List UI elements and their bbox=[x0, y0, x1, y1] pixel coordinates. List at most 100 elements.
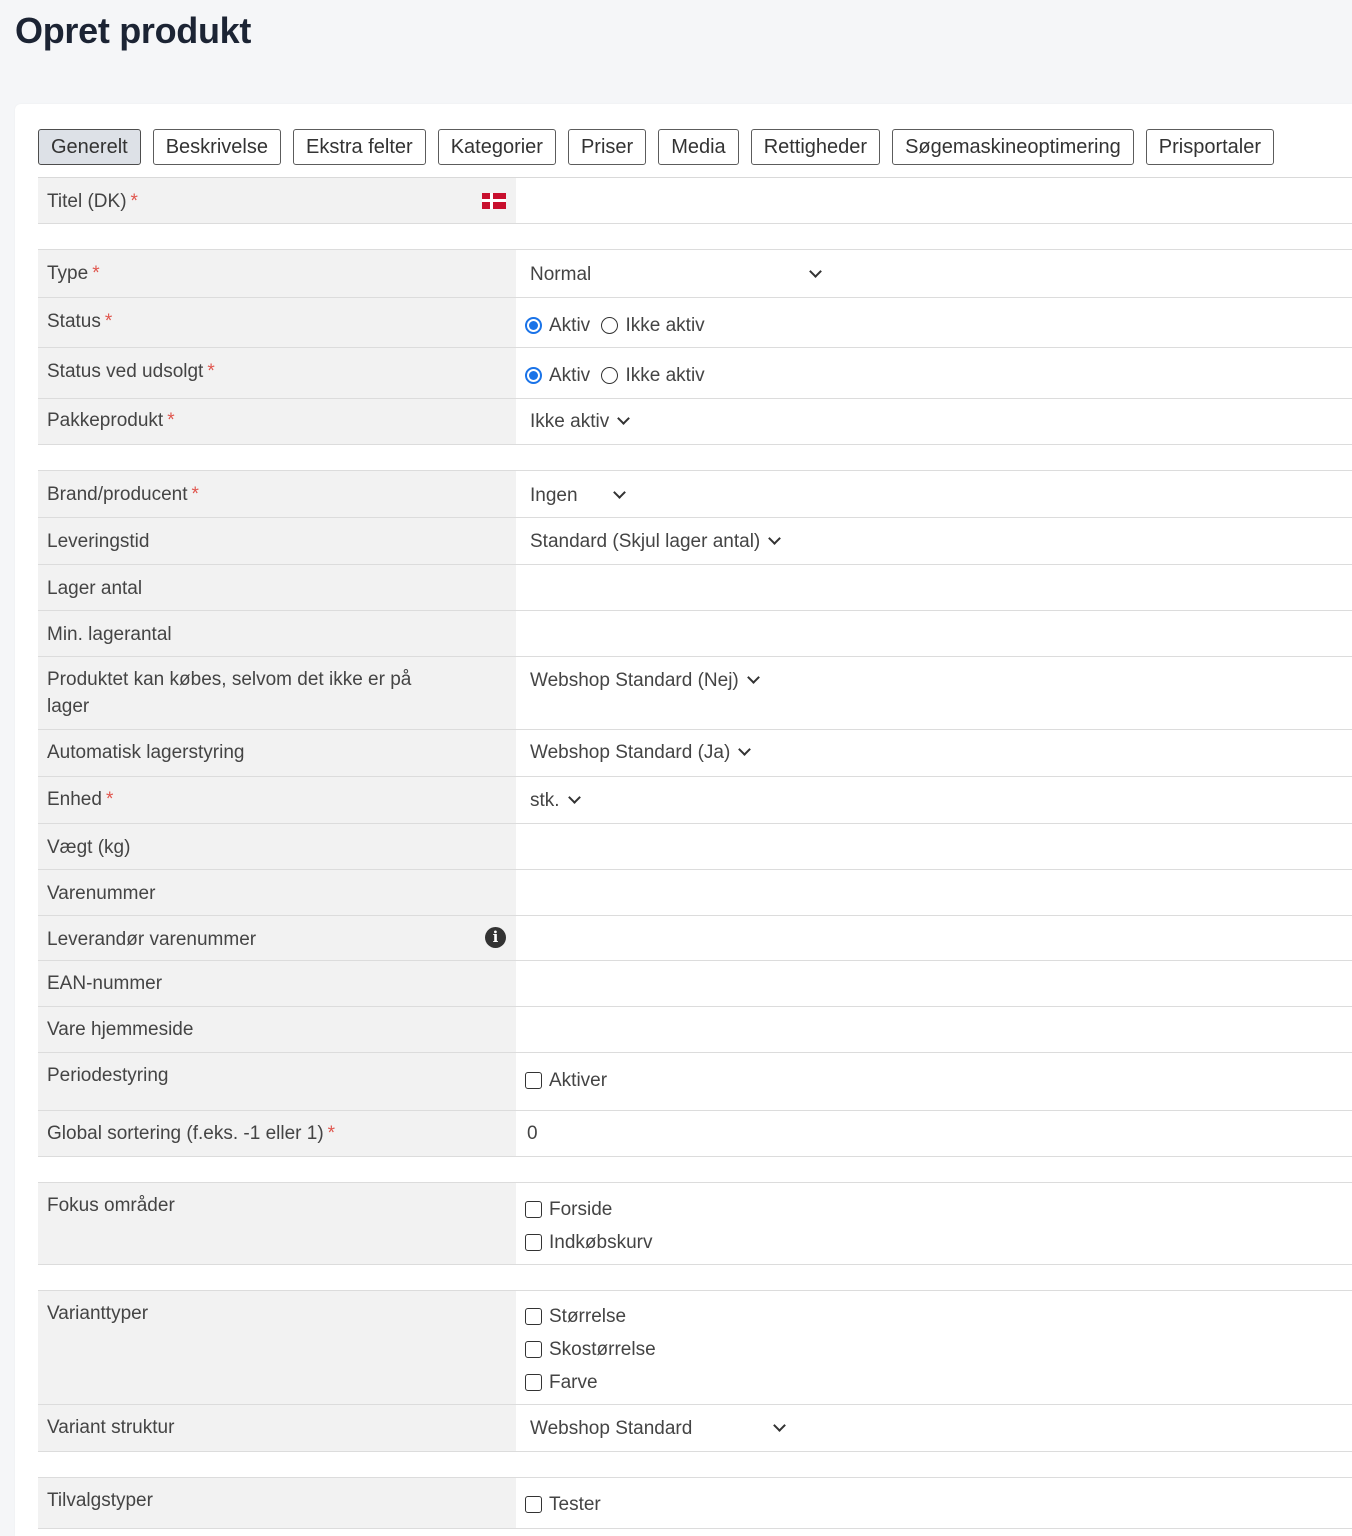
status-soldout-label: Status ved udsolgt bbox=[47, 361, 204, 382]
status-radio-ikke-aktiv[interactable]: Ikke aktiv bbox=[601, 312, 705, 339]
type-label: Type bbox=[47, 263, 89, 284]
variant-checkbox-farve[interactable]: Farve bbox=[525, 1369, 598, 1396]
row-focus: Fokus områder Forside Indkøbskurv bbox=[38, 1183, 1352, 1265]
variant-checkbox-storrelse[interactable]: Størrelse bbox=[525, 1303, 626, 1330]
backorder-field-cell: Webshop Standard (Nej) bbox=[516, 657, 1352, 729]
required-marker: * bbox=[327, 1123, 336, 1144]
variant-types-label-cell: Varianttyper bbox=[38, 1291, 516, 1404]
tab-rettigheder[interactable]: Rettigheder bbox=[750, 129, 881, 165]
addon-types-label: Tilvalgstyper bbox=[47, 1490, 153, 1511]
focus-checkbox-indkobskurv[interactable]: Indkøbskurv bbox=[525, 1229, 652, 1256]
auto-stock-select[interactable]: Webshop Standard (Ja) bbox=[530, 739, 752, 766]
required-marker: * bbox=[104, 311, 113, 332]
delivery-label-cell: Leveringstid bbox=[38, 518, 516, 564]
chevron-down-icon bbox=[768, 532, 782, 545]
ean-input[interactable] bbox=[530, 961, 1338, 1006]
product-form-card: Generelt Beskrivelse Ekstra felter Kateg… bbox=[15, 104, 1352, 1536]
row-min-stock: Min. lagerantal bbox=[38, 611, 1352, 657]
row-addon-types: Tilvalgstyper Tester bbox=[38, 1478, 1352, 1529]
type-select[interactable]: Normal bbox=[530, 261, 822, 288]
radio-selected-icon bbox=[525, 317, 542, 334]
tab-seo[interactable]: Søgemaskineoptimering bbox=[892, 129, 1134, 165]
section-spacer bbox=[38, 1265, 1352, 1291]
row-homepage: Vare hjemmeside bbox=[38, 1007, 1352, 1053]
min-stock-field-cell bbox=[516, 611, 1352, 656]
weight-input[interactable] bbox=[530, 824, 1338, 869]
weight-label: Vægt (kg) bbox=[47, 837, 131, 858]
chevron-down-icon bbox=[617, 412, 631, 425]
checkbox-icon bbox=[525, 1201, 542, 1218]
focus-field-cell: Forside Indkøbskurv bbox=[516, 1183, 1352, 1264]
variant-types-field-cell: Størrelse Skostørrelse Farve bbox=[516, 1291, 1352, 1404]
homepage-input[interactable] bbox=[530, 1007, 1338, 1052]
title-input[interactable] bbox=[530, 178, 1338, 223]
delivery-field-cell: Standard (Skjul lager antal) bbox=[516, 518, 1352, 564]
tab-ekstra-felter[interactable]: Ekstra felter bbox=[292, 129, 426, 165]
addon-option-tester: Tester bbox=[549, 1494, 601, 1515]
addon-types-field-cell: Tester bbox=[516, 1478, 1352, 1528]
status-radio-aktiv[interactable]: Aktiv bbox=[525, 312, 590, 339]
stock-input[interactable] bbox=[530, 565, 1338, 610]
ean-label-cell: EAN-nummer bbox=[38, 961, 516, 1006]
status-soldout-label-cell: Status ved udsolgt * bbox=[38, 348, 516, 398]
brand-select[interactable]: Ingen bbox=[530, 482, 626, 509]
unit-label: Enhed bbox=[47, 789, 102, 810]
sort-input[interactable] bbox=[525, 1111, 1338, 1156]
required-marker: * bbox=[191, 484, 199, 505]
status-soldout-radio-ikke-aktiv[interactable]: Ikke aktiv bbox=[601, 362, 705, 389]
unit-label-cell: Enhed * bbox=[38, 777, 516, 823]
min-stock-input[interactable] bbox=[530, 611, 1338, 656]
period-option: Aktiver bbox=[549, 1070, 608, 1091]
stock-field-cell bbox=[516, 565, 1352, 610]
variant-checkbox-skostorrelse[interactable]: Skostørrelse bbox=[525, 1336, 656, 1363]
tab-generelt[interactable]: Generelt bbox=[38, 129, 141, 165]
homepage-label: Vare hjemmeside bbox=[47, 1019, 194, 1040]
backorder-select[interactable]: Webshop Standard (Nej) bbox=[530, 667, 760, 694]
status-soldout-radio-aktiv[interactable]: Aktiv bbox=[525, 362, 590, 389]
variant-option-skostorrelse: Skostørrelse bbox=[549, 1339, 656, 1360]
chevron-down-icon bbox=[738, 743, 752, 756]
focus-checkbox-forside[interactable]: Forside bbox=[525, 1196, 612, 1223]
supplier-sku-label: Leverandør varenummer bbox=[47, 929, 257, 950]
sort-label: Global sortering (f.eks. -1 eller 1) bbox=[47, 1123, 324, 1144]
stock-label-cell: Lager antal bbox=[38, 565, 516, 610]
tab-media[interactable]: Media bbox=[658, 129, 739, 165]
addon-types-label-cell: Tilvalgstyper bbox=[38, 1478, 516, 1528]
min-stock-label: Min. lagerantal bbox=[47, 624, 172, 645]
package-label-cell: Pakkeprodukt * bbox=[38, 399, 516, 444]
radio-selected-icon bbox=[525, 367, 542, 384]
title-label: Titel (DK) bbox=[47, 191, 127, 212]
checkbox-icon bbox=[525, 1072, 542, 1089]
row-sort: Global sortering (f.eks. -1 eller 1) * bbox=[38, 1111, 1352, 1157]
variant-option-storrelse: Størrelse bbox=[549, 1306, 627, 1327]
radio-unselected-icon bbox=[601, 367, 619, 384]
row-type: Type * Normal bbox=[38, 250, 1352, 298]
required-marker: * bbox=[167, 410, 175, 431]
status-label: Status bbox=[47, 311, 101, 332]
checkbox-icon bbox=[525, 1308, 542, 1325]
tab-priser[interactable]: Priser bbox=[567, 129, 647, 165]
brand-label: Brand/producent bbox=[47, 484, 188, 505]
homepage-field-cell bbox=[516, 1007, 1352, 1052]
variant-structure-select[interactable]: Webshop Standard bbox=[530, 1415, 786, 1442]
tab-beskrivelse[interactable]: Beskrivelse bbox=[152, 129, 281, 165]
package-select[interactable]: Ikke aktiv bbox=[530, 408, 631, 435]
package-select-value: Ikke aktiv bbox=[530, 411, 610, 432]
auto-stock-select-value: Webshop Standard (Ja) bbox=[530, 742, 731, 763]
supplier-sku-input[interactable] bbox=[530, 916, 1338, 960]
sku-input[interactable] bbox=[530, 870, 1338, 915]
unit-select[interactable]: stk. bbox=[530, 787, 581, 814]
delivery-select[interactable]: Standard (Skjul lager antal) bbox=[530, 528, 782, 555]
tab-kategorier[interactable]: Kategorier bbox=[437, 129, 556, 165]
row-ean: EAN-nummer bbox=[38, 961, 1352, 1007]
period-field-cell: Aktiver bbox=[516, 1053, 1352, 1110]
period-checkbox[interactable]: Aktiver bbox=[525, 1067, 607, 1094]
stock-label: Lager antal bbox=[47, 578, 143, 599]
tab-prisportaler[interactable]: Prisportaler bbox=[1145, 129, 1275, 165]
addon-checkbox-tester[interactable]: Tester bbox=[525, 1491, 601, 1518]
chevron-down-icon bbox=[746, 671, 760, 684]
section-spacer bbox=[38, 224, 1352, 250]
info-icon[interactable]: i bbox=[485, 927, 506, 948]
danish-flag-icon[interactable] bbox=[482, 193, 506, 209]
checkbox-icon bbox=[525, 1341, 542, 1358]
